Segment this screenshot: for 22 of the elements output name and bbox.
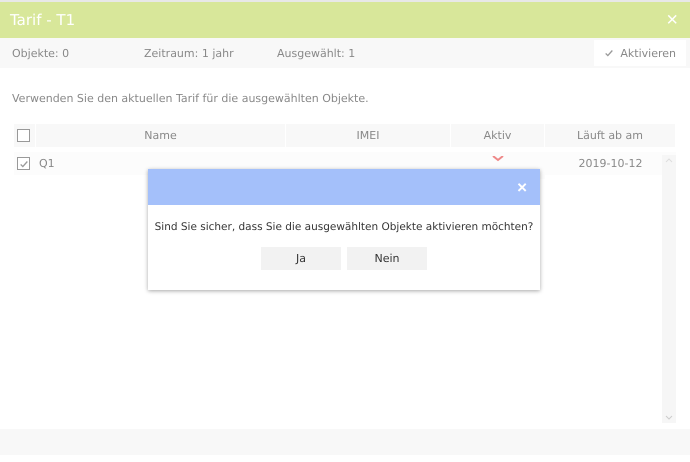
objects-count: Objekte: 0	[12, 46, 70, 60]
column-header: Läuft ab am	[576, 129, 643, 142]
column-header: Aktiv	[484, 129, 512, 142]
check-icon	[604, 48, 614, 58]
description-text: Verwenden Sie den aktuellen Tarif für die ausgewählten Objekte.	[11, 91, 370, 107]
column-header: Name	[144, 129, 177, 142]
no-button[interactable]: Nein	[347, 247, 427, 270]
scroll-down-icon[interactable]	[665, 415, 673, 420]
scrollbar[interactable]	[662, 155, 676, 423]
confirm-message: Sind Sie sicher, dass Sie die ausgewählten Objekte aktivieren möchten?	[154, 221, 534, 233]
selected-count: Ausgewählt: 1	[277, 46, 356, 60]
close-button[interactable]: ×	[517, 178, 527, 196]
scroll-up-icon[interactable]	[665, 158, 673, 163]
window-title: Tarif - T1	[10, 11, 76, 29]
table-cell: 2019-10-12	[578, 157, 642, 170]
table-cell: Q1	[39, 157, 55, 170]
yes-button[interactable]: Ja	[261, 247, 341, 270]
activate-button[interactable]: Aktivieren	[594, 40, 686, 66]
checkbox[interactable]	[17, 129, 30, 142]
period-label: Zeitraum: 1 jahr	[144, 46, 235, 60]
column-header: IMEI	[356, 129, 380, 142]
checkbox[interactable]	[17, 157, 30, 170]
